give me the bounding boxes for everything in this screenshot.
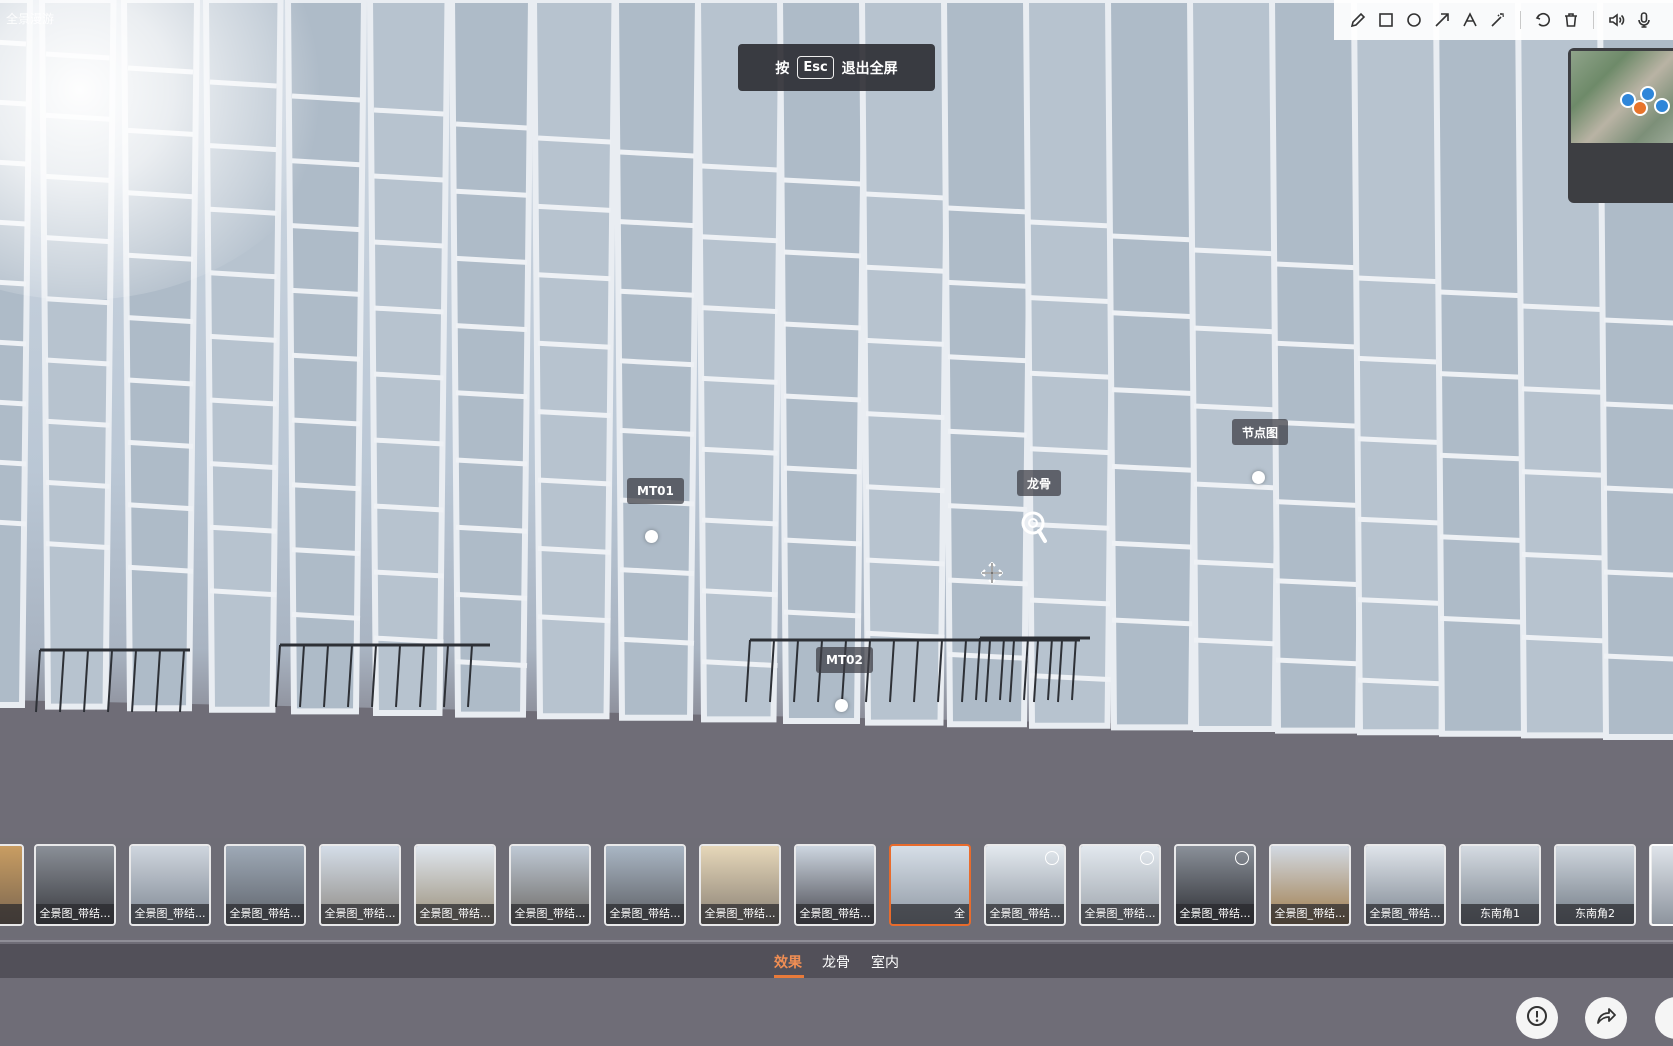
thumbnail-caption: 全景图_带结... [416, 904, 494, 924]
esc-hint-suffix: 退出全屏 [841, 60, 898, 77]
thumbnail-caption: 全景图_带结... [321, 904, 399, 924]
minimap-marker[interactable] [1640, 86, 1656, 102]
volume-icon[interactable] [1602, 6, 1630, 34]
thumbnail-caption: 全景图_带结... [1176, 904, 1254, 924]
strip-divider [0, 940, 1673, 942]
thumbnail-caption: 全景图_带结... [511, 904, 589, 924]
scene-thumbnail[interactable]: 全景图_带结... [699, 844, 781, 926]
scene-thumbnail[interactable]: 全景图_带结... [509, 844, 591, 926]
thumbnail-caption: 全景图_带结... [1271, 904, 1349, 924]
tab-interior[interactable]: 室内 [871, 952, 899, 972]
hotspot-label-node-drawing[interactable]: 节点图 [1232, 419, 1289, 445]
thumbnail-caption: 全景图_带结... [226, 904, 304, 924]
hotspot-label-mt01[interactable]: MT01 [627, 478, 684, 504]
scene-thumbnail[interactable]: 全景图_带结... [1269, 844, 1351, 926]
toolbar-divider [1520, 11, 1521, 29]
toolbar-divider [1593, 11, 1594, 29]
arrow-icon[interactable] [1428, 6, 1456, 34]
thumbnail-caption: 东南角2 [1556, 904, 1634, 924]
hotspot-dot-node-drawing[interactable] [1252, 471, 1265, 484]
scene-thumbnail[interactable]: 全景图_带结... [604, 844, 686, 926]
minimap-marker[interactable] [1632, 100, 1648, 116]
scene-thumbnail-partial[interactable] [1650, 844, 1673, 926]
minimap-marker[interactable] [1654, 98, 1670, 114]
scene-thumbnail[interactable]: 东南角1 [1459, 844, 1541, 926]
scene-thumbnail-partial[interactable]: 结... [0, 844, 24, 926]
esc-key-badge: Esc [797, 56, 834, 79]
tab-effect[interactable]: 效果 [774, 952, 802, 972]
scene-thumbnail[interactable]: 全景图_带结... [1174, 844, 1256, 926]
thumbnail-caption: 全景图_带结... [131, 904, 209, 924]
microphone-icon[interactable] [1630, 6, 1658, 34]
tab-keel[interactable]: 龙骨 [822, 952, 850, 972]
hotspot-dot-mt02[interactable] [835, 699, 848, 712]
hotspot-dot-mt01[interactable] [645, 530, 658, 543]
circle-icon[interactable] [1400, 6, 1428, 34]
scene-thumbnail[interactable]: 全景图_带结... [1079, 844, 1161, 926]
minimap[interactable] [1568, 48, 1673, 203]
scene-thumbnail[interactable]: 全景图_带结... [34, 844, 116, 926]
scene-thumbnail-active[interactable]: 全 [889, 844, 971, 926]
thumbnail-caption: 全景图_带结... [796, 904, 874, 924]
esc-hint-prefix: 按 [775, 60, 790, 77]
thumbnail-caption: 全景图_带结... [986, 904, 1064, 924]
thumbnail-caption: 全景图_带结... [606, 904, 684, 924]
scene-thumbnail[interactable]: 东南角2 [1554, 844, 1636, 926]
exit-fullscreen-hint: 按 Esc 退出全屏 [738, 44, 935, 91]
scene-thumbnail[interactable]: 全景图_带结... [1364, 844, 1446, 926]
undo-icon[interactable] [1529, 6, 1557, 34]
share-arrow-icon [1595, 1005, 1617, 1031]
scene-thumbnail[interactable]: 全景图_带结... [794, 844, 876, 926]
share-button[interactable] [1585, 997, 1627, 1039]
thumbnail-caption: 全景图_带结... [1081, 904, 1159, 924]
thumbnail-caption: 全景图_带结... [1366, 904, 1444, 924]
scene-thumbnail[interactable]: 全景图_带结... [129, 844, 211, 926]
scene-thumbnail-strip: 结... 全景图_带结... 全景图_带结... 全景图_带结... 全景图_带结..… [0, 838, 1673, 938]
scene-thumbnail[interactable]: 全景图_带结... [319, 844, 401, 926]
scene-title: 全景漫游 [6, 12, 55, 26]
scene-thumbnail[interactable]: 全景图_带结... [984, 844, 1066, 926]
info-button[interactable] [1516, 997, 1558, 1039]
rectangle-icon[interactable] [1372, 6, 1400, 34]
thumbnail-caption: 全 [891, 904, 969, 924]
text-icon[interactable] [1456, 6, 1484, 34]
thumbnail-caption: 全景图_带结... [36, 904, 114, 924]
pencil-icon[interactable] [1344, 6, 1372, 34]
scene-thumbnail[interactable]: 全景图_带结... [414, 844, 496, 926]
hotspot-label-mt02[interactable]: MT02 [816, 647, 873, 673]
category-tabs: 效果 龙骨 室内 [0, 944, 1673, 978]
trash-icon[interactable] [1557, 6, 1585, 34]
annotation-toolbar [1334, 0, 1673, 40]
thumbnail-caption: 全景图_带结... [701, 904, 779, 924]
thumbnail-caption: 结... [0, 904, 22, 924]
scene-thumbnail[interactable]: 全景图_带结... [224, 844, 306, 926]
magnifier-icon[interactable] [1020, 510, 1048, 550]
thumbnail-checked-icon [1235, 851, 1249, 865]
move-cursor-icon [980, 561, 1004, 588]
thumbnail-checked-icon [1140, 851, 1154, 865]
hotspot-label-keel[interactable]: 龙骨 [1017, 470, 1062, 496]
thumbnail-checked-icon [1045, 851, 1059, 865]
active-tab-indicator [774, 975, 804, 978]
magic-wand-icon[interactable] [1484, 6, 1512, 34]
thumbnail-caption: 东南角1 [1461, 904, 1539, 924]
alert-icon [1526, 1005, 1548, 1031]
